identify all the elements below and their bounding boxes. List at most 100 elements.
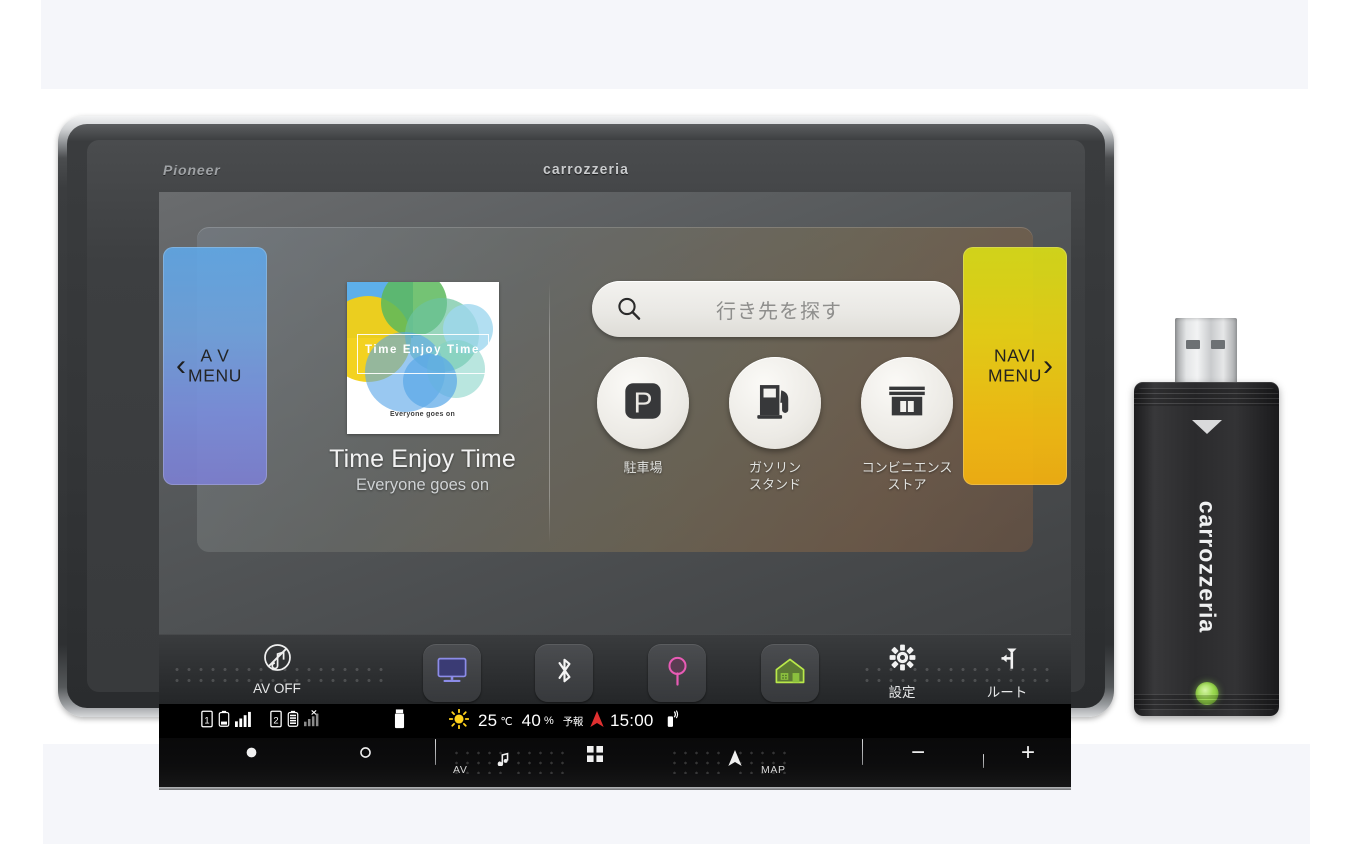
grid-apps-icon xyxy=(587,746,603,766)
usb-dongle: carrozzeria xyxy=(1134,318,1279,716)
carrozzeria-logo: carrozzeria xyxy=(543,161,629,178)
poi-gas-station-label: ガソリン スタンド xyxy=(748,460,801,492)
now-playing-panel[interactable]: Time Enjoy Time Everyone goes on Time En… xyxy=(320,282,525,495)
svg-text:2: 2 xyxy=(273,714,278,725)
poi-shortcut-row: P 駐車場 ガソリン スタンド コンビニエンス ストア xyxy=(585,357,965,493)
content-plate: Time Enjoy Time Everyone goes on Time En… xyxy=(197,227,1033,552)
temperature-value: 25 xyxy=(478,711,498,730)
av-off-label: AV OFF xyxy=(253,681,301,696)
map-key-label: MAP xyxy=(761,764,786,776)
album-artwork: Time Enjoy Time Everyone goes on xyxy=(346,282,499,434)
av-off-button[interactable]: AV OFF xyxy=(234,642,320,696)
home-tile[interactable] xyxy=(761,644,819,702)
car-navigation-device: Pioneer carrozzeria Time Enjoy Time Ever… xyxy=(58,116,1114,790)
poi-gas-station[interactable]: ガソリン スタンド xyxy=(717,357,833,493)
page-root: Pioneer carrozzeria Time Enjoy Time Ever… xyxy=(0,0,1350,844)
fuel-pump-icon xyxy=(752,378,798,429)
album-title-text: Time Enjoy Time xyxy=(365,344,480,356)
monitor-icon xyxy=(435,655,469,691)
usb-bottom-ridges xyxy=(1134,694,1279,710)
battery-low-icon xyxy=(218,710,230,733)
key-separator xyxy=(862,739,863,765)
battery-full-icon xyxy=(287,710,299,733)
bottom-toolbar: AV OFF 設定 ルート xyxy=(159,634,1071,704)
volume-up-button[interactable]: + xyxy=(1021,741,1035,765)
bluetooth-icon xyxy=(552,654,577,692)
ring-button[interactable] xyxy=(359,746,372,764)
apps-key[interactable] xyxy=(587,746,603,767)
map-pin-button[interactable] xyxy=(634,642,720,702)
clock-value: 15:00 xyxy=(609,711,654,730)
device-front-face: Pioneer carrozzeria Time Enjoy Time Ever… xyxy=(87,140,1085,790)
volume-down-label: − xyxy=(911,739,926,766)
humidity-value: 40 xyxy=(521,711,541,730)
hardware-key-row: AV MAP − + xyxy=(159,738,1071,790)
phone2-icon: 2 xyxy=(270,710,282,733)
poi-parking-label: 駐車場 xyxy=(623,460,663,475)
svg-text:1: 1 xyxy=(204,714,209,725)
poi-convenience-store-circle[interactable] xyxy=(861,357,953,449)
home-button[interactable] xyxy=(747,642,833,702)
av-key-label: AV xyxy=(453,764,468,776)
usb-top-ridges xyxy=(1134,388,1279,406)
poi-convenience-store-label: コンビニエンス ストア xyxy=(861,460,953,492)
map-pin-tile[interactable] xyxy=(648,644,706,702)
antenna-icon xyxy=(666,709,680,733)
display-tile[interactable] xyxy=(423,644,481,702)
key-separator xyxy=(983,754,984,768)
usb-body: carrozzeria xyxy=(1134,382,1279,716)
temperature-unit: ℃ xyxy=(500,715,513,728)
search-icon xyxy=(616,296,642,322)
volume-up-label: + xyxy=(1021,739,1036,766)
parking-icon: P xyxy=(620,378,666,429)
power-button[interactable] xyxy=(245,746,258,764)
status-info-group: 25 ℃ 40 % 予報 15:00 xyxy=(394,708,680,734)
poi-parking[interactable]: P 駐車場 xyxy=(585,357,701,493)
music-note-muted-icon xyxy=(262,644,293,677)
gear-icon xyxy=(887,644,918,677)
bluetooth-tile[interactable] xyxy=(535,644,593,702)
power-dot-icon xyxy=(245,746,258,763)
speaker-grille xyxy=(513,748,571,774)
usb-pin xyxy=(1211,340,1225,349)
bluetooth-button[interactable] xyxy=(521,642,607,702)
chevron-right-icon[interactable]: › xyxy=(1043,351,1053,381)
background-band-top xyxy=(41,0,1308,89)
settings-button[interactable]: 設定 xyxy=(859,642,945,701)
route-fork-icon xyxy=(992,648,1023,677)
route-button[interactable]: ルート xyxy=(964,642,1050,701)
search-destination-bar[interactable]: 行き先を探す xyxy=(592,281,960,337)
triangle-marker-icon xyxy=(1191,420,1222,434)
status-connectivity-group: 1 2 xyxy=(201,709,322,733)
album-caption-text: Everyone goes on xyxy=(389,411,456,418)
track-artist: Everyone goes on xyxy=(355,476,489,494)
track-title: Time Enjoy Time xyxy=(329,445,516,473)
usb-pin xyxy=(1186,340,1200,349)
status-bar: 1 2 25 ℃ 40 % 予報 15:00 xyxy=(159,704,1071,738)
poi-gas-station-circle[interactable] xyxy=(729,357,821,449)
gps-arrow-icon xyxy=(589,710,605,733)
sun-icon xyxy=(448,708,470,734)
home-screen: Time Enjoy Time Everyone goes on Time En… xyxy=(159,192,1071,634)
display-button[interactable] xyxy=(409,642,495,702)
key-separator xyxy=(435,739,436,765)
convenience-store-icon xyxy=(885,379,929,428)
chevron-left-icon[interactable]: ‹ xyxy=(176,351,186,381)
home-icon xyxy=(773,656,807,690)
poi-convenience-store[interactable]: コンビニエンス ストア xyxy=(849,357,965,493)
volume-down-button[interactable]: − xyxy=(911,741,925,765)
device-inner-shell: Pioneer carrozzeria Time Enjoy Time Ever… xyxy=(67,124,1105,790)
panel-divider xyxy=(549,283,550,543)
speaker-grille xyxy=(669,748,727,774)
usb-icon xyxy=(394,708,405,734)
usb-connector xyxy=(1175,318,1237,390)
humidity-unit: % xyxy=(543,715,554,727)
svg-text:P: P xyxy=(634,386,653,418)
lcd-screen: Time Enjoy Time Everyone goes on Time En… xyxy=(159,192,1071,704)
phone1-icon: 1 xyxy=(201,710,213,733)
usb-brand-label: carrozzeria xyxy=(1194,500,1220,634)
settings-label: 設定 xyxy=(888,685,916,700)
poi-parking-circle[interactable]: P xyxy=(597,357,689,449)
nav-arrow-icon xyxy=(727,749,743,772)
search-placeholder-text: 行き先を探す xyxy=(716,300,842,323)
